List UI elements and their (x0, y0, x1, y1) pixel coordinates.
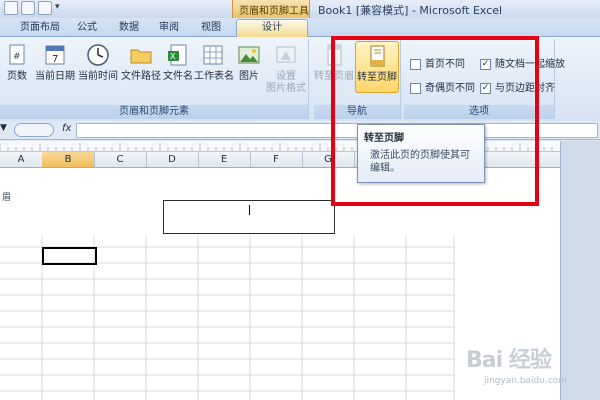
calendar-icon: 7 (43, 43, 67, 67)
watermark-url: jingyan.baidu.com (484, 376, 568, 386)
namebox-dropdown-icon[interactable]: ▼ (0, 123, 12, 136)
print-preview-icon[interactable] (21, 1, 35, 15)
header-area-label: 眉 (2, 193, 12, 203)
tooltip-title: 转至页脚 (364, 133, 404, 144)
file-path-button[interactable]: 文件路径 (120, 43, 162, 83)
format-picture-button[interactable]: 设置 图片格式 (266, 43, 306, 95)
picture-button[interactable]: 图片 (236, 43, 262, 83)
current-date-button[interactable]: 7 当前日期 (34, 43, 76, 83)
tab-data[interactable]: 数据 (112, 20, 146, 35)
excel-file-icon: X (166, 43, 190, 67)
ribbon-tabs: 页面布局 公式 数据 审阅 视图 设计 (0, 18, 600, 37)
window-title: Book1 [兼容模式] - Microsoft Excel (318, 4, 503, 17)
folder-icon (129, 43, 153, 67)
title-bar: ▾ 页眉和页脚工具 Book1 [兼容模式] - Microsoft Excel (0, 0, 600, 19)
format-picture-icon (274, 43, 298, 67)
header-footer-tools-context: 页眉和页脚工具 (232, 0, 310, 18)
picture-icon (237, 43, 261, 67)
svg-text:X: X (170, 52, 176, 61)
tooltip-body: 激活此页的页脚使其可编辑。 (370, 150, 470, 174)
column-header-c[interactable]: C (94, 152, 147, 167)
watermark-logo-text: Bai 经验 (466, 348, 552, 373)
column-header-a[interactable]: A (0, 152, 43, 167)
page-count-button[interactable]: # 页数 (4, 43, 30, 83)
tab-view[interactable]: 视图 (194, 20, 228, 35)
tab-page-layout[interactable]: 页面布局 (14, 20, 66, 35)
sheet-icon (201, 43, 225, 67)
group-header-footer-elements: # 页数 7 当前日期 当前时间 文件路径 X 文件名 工作表名 图片 设置 图… (0, 39, 309, 119)
svg-text:#: # (13, 52, 21, 62)
svg-text:7: 7 (52, 54, 58, 65)
undo-icon[interactable] (4, 1, 18, 15)
tab-formulas[interactable]: 公式 (70, 20, 104, 35)
quick-access-toolbar: ▾ (4, 1, 84, 15)
page-count-icon: # (5, 43, 29, 67)
column-header-b[interactable]: B (42, 152, 95, 167)
sheet-name-button[interactable]: 工作表名 (194, 43, 234, 83)
formula-bar-handle[interactable] (14, 123, 54, 137)
tooltip-goto-footer: 转至页脚 激活此页的页脚使其可编辑。 (357, 124, 485, 183)
column-header-e[interactable]: E (198, 152, 251, 167)
group-label-elements: 页眉和页脚元素 (0, 105, 308, 119)
text-cursor (249, 205, 250, 215)
qat-dropdown-icon[interactable]: ▾ (55, 2, 61, 14)
column-header-f[interactable]: F (250, 152, 303, 167)
file-name-button[interactable]: X 文件名 (162, 43, 194, 83)
insert-function-button[interactable]: fx (62, 123, 71, 134)
current-time-button[interactable]: 当前时间 (78, 43, 118, 83)
open-folder-icon[interactable] (38, 1, 52, 15)
clock-icon (86, 43, 110, 67)
tab-review[interactable]: 审阅 (152, 20, 186, 35)
tab-design[interactable]: 设计 (236, 19, 308, 37)
column-header-d[interactable]: D (146, 152, 199, 167)
active-cell-b[interactable] (42, 247, 97, 265)
baidu-watermark: Bai 经验 jingyan.baidu.com (458, 340, 598, 396)
